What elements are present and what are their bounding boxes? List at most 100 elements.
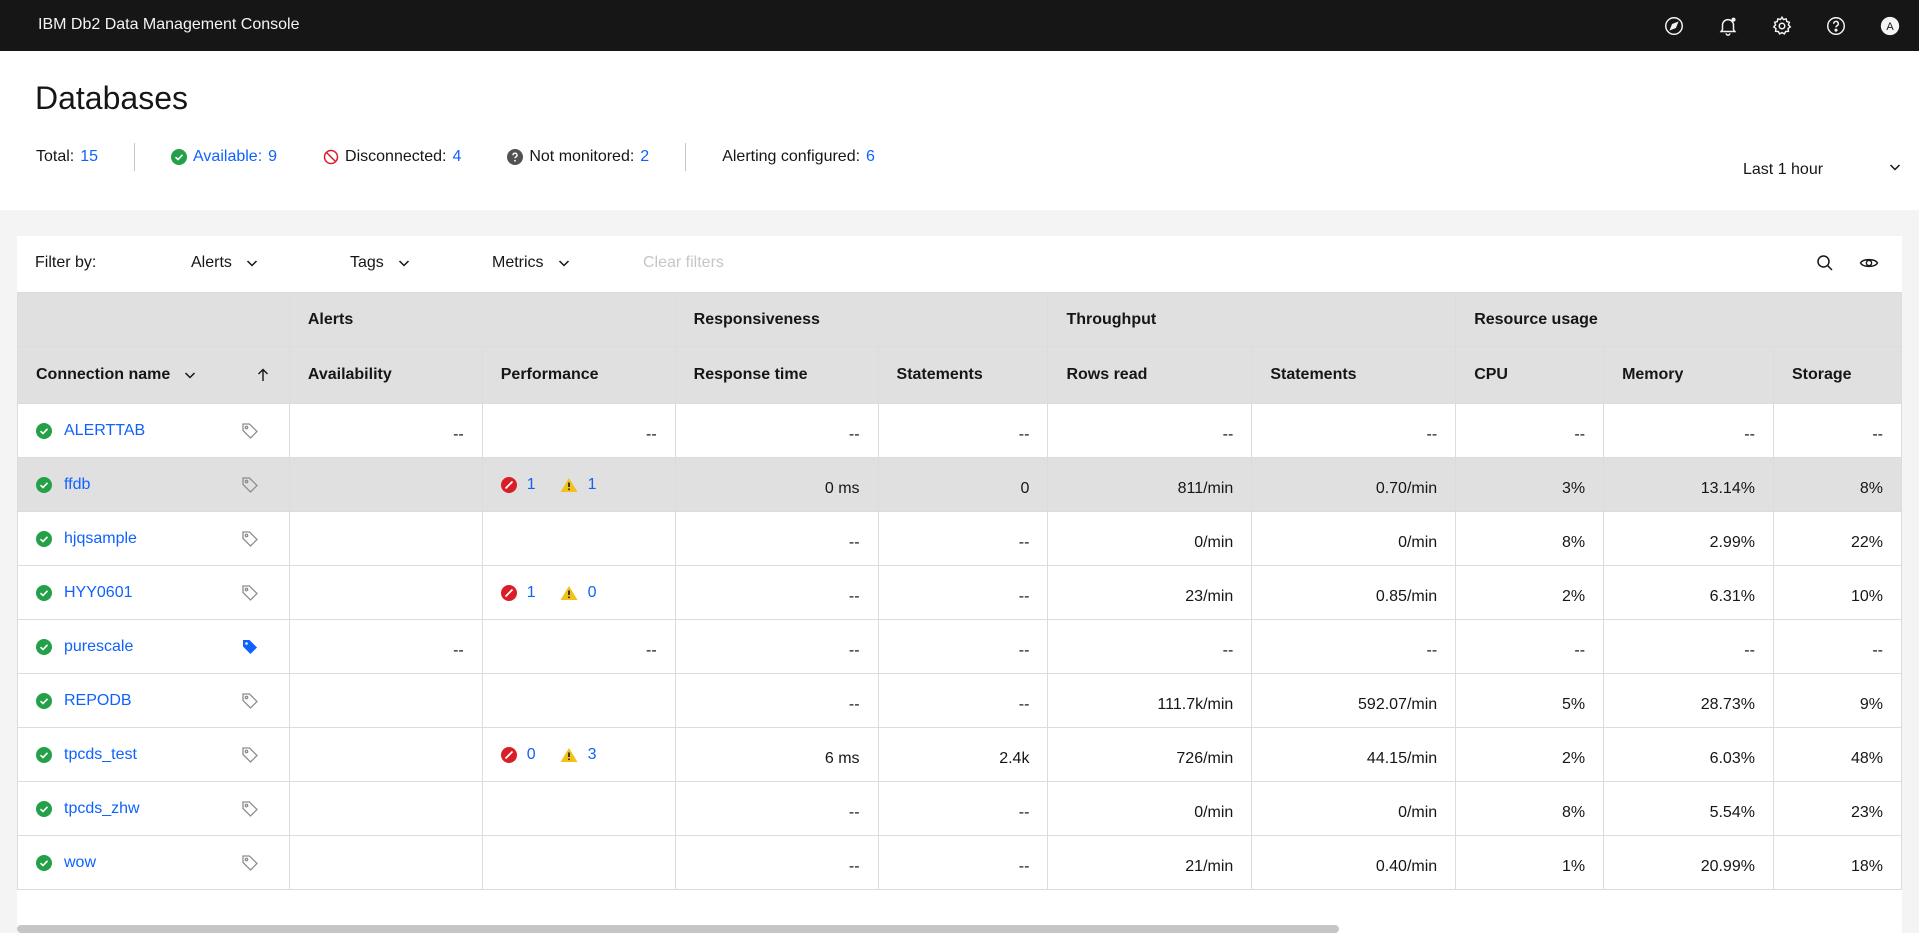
cell-performance: --	[481, 403, 676, 458]
time-range-dropdown[interactable]: Last 1 hour	[1743, 159, 1903, 180]
column-connection-name[interactable]: Connection name	[17, 346, 290, 404]
cell-rows-read: 21/min	[1047, 835, 1253, 890]
critical-alert-count[interactable]: 0	[527, 746, 536, 764]
cell-memory: 2.99%	[1603, 511, 1774, 566]
tag-icon[interactable]	[241, 800, 271, 818]
column-performance[interactable]: Performance	[481, 346, 676, 404]
column-memory[interactable]: Memory	[1603, 346, 1774, 404]
alerting-count[interactable]: 6	[866, 148, 875, 166]
critical-alert-count[interactable]: 1	[527, 584, 536, 602]
column-resp-statements[interactable]: Statements	[877, 346, 1049, 404]
help-icon[interactable]	[1820, 10, 1851, 41]
alerting-summary[interactable]: Alerting configured: 6	[722, 148, 875, 166]
table-row[interactable]: ffdb 1 1 0 ms 0 811/min 0.70/min 3% 13.14% 8%	[17, 457, 1903, 512]
table-row[interactable]: HYY0601 1 0 -- -- 23/min 0.85/min 2% 6.31% 10%	[17, 565, 1903, 620]
cell-value: --	[848, 587, 860, 605]
cell-connection-name: hjqsample	[17, 511, 290, 566]
cell-response-time: 6 ms	[674, 727, 879, 782]
connection-name-link[interactable]: tpcds_zhw	[64, 800, 140, 818]
cell-value: 0.70/min	[1375, 479, 1438, 497]
cell-value: 2%	[1561, 749, 1586, 767]
sort-ascending-icon[interactable]	[255, 367, 271, 383]
chevron-down-icon[interactable]	[182, 367, 198, 383]
table-row[interactable]: tpcds_test 0 3 6 ms 2.4k 726/min 44.15/min 2% 6.…	[17, 727, 1903, 782]
connection-name-link[interactable]: HYY0601	[64, 584, 133, 602]
compass-icon[interactable]	[1658, 10, 1689, 41]
tag-icon[interactable]	[241, 854, 271, 872]
connection-name-link[interactable]: tpcds_test	[64, 746, 137, 764]
view-icon[interactable]	[1858, 252, 1880, 274]
cell-cpu: 2%	[1455, 565, 1605, 620]
warning-alert-count[interactable]: 1	[588, 476, 597, 494]
column-response-time[interactable]: Response time	[674, 346, 879, 404]
connection-name-link[interactable]: ffdb	[64, 476, 90, 494]
settings-icon[interactable]	[1766, 10, 1797, 41]
warning-alert-count[interactable]: 3	[588, 746, 597, 764]
table-row[interactable]: ALERTTAB -- -- -- -- -- -- -- -- --	[17, 403, 1903, 458]
connection-name-link[interactable]: REPODB	[64, 692, 132, 710]
warning-alert-count[interactable]: 0	[588, 584, 597, 602]
cell-response-time: --	[674, 619, 879, 674]
disconnected-summary[interactable]: Disconnected: 4	[323, 148, 461, 166]
tag-icon[interactable]	[241, 584, 271, 602]
critical-alert-count[interactable]: 1	[527, 476, 536, 494]
total-count[interactable]: 15	[80, 148, 98, 166]
tag-icon[interactable]	[241, 422, 271, 440]
cell-value: --	[1872, 641, 1883, 659]
database-summary: Total: 15 Available: 9 Disconnected: 4 N…	[36, 143, 875, 171]
app-title[interactable]: IBM Db2 Data Management Console	[38, 16, 299, 34]
tag-icon[interactable]	[241, 746, 271, 764]
cell-storage: 8%	[1772, 457, 1903, 512]
cell-storage: 48%	[1772, 727, 1903, 782]
not-monitored-summary[interactable]: Not monitored: 2	[507, 148, 649, 166]
status-available-icon	[36, 530, 52, 547]
connection-name-link[interactable]: wow	[64, 854, 96, 872]
disconnected-count[interactable]: 4	[452, 148, 461, 166]
cell-performance	[481, 781, 676, 836]
column-rows-read[interactable]: Rows read	[1047, 346, 1253, 404]
cell-response-time: --	[674, 673, 879, 728]
table-row[interactable]: purescale -- -- -- -- -- -- -- -- --	[17, 619, 1903, 674]
column-thr-statements[interactable]: Statements	[1251, 346, 1457, 404]
notification-icon[interactable]	[1712, 10, 1743, 41]
connection-name-link[interactable]: hjqsample	[64, 530, 137, 548]
cell-value: 2.4k	[999, 749, 1030, 767]
cell-value: 44.15/min	[1366, 749, 1438, 767]
status-available-icon	[36, 800, 52, 817]
horizontal-scrollbar[interactable]	[17, 925, 1339, 933]
connection-name-link[interactable]: purescale	[64, 638, 133, 656]
available-count[interactable]: 9	[268, 148, 277, 166]
total-summary[interactable]: Total: 15	[36, 148, 98, 166]
clear-filters-button[interactable]: Clear filters	[643, 254, 724, 272]
tag-icon[interactable]	[241, 476, 271, 494]
tags-filter-dropdown[interactable]: Tags	[350, 254, 412, 272]
table-row[interactable]: tpcds_zhw -- -- 0/min 0/min 8% 5.54% 23%	[17, 781, 1903, 836]
column-storage[interactable]: Storage	[1772, 346, 1903, 404]
alerts-filter-dropdown[interactable]: Alerts	[191, 254, 260, 272]
status-available-icon	[36, 854, 52, 871]
connection-name-link[interactable]: ALERTTAB	[64, 422, 145, 440]
table-row[interactable]: hjqsample -- -- 0/min 0/min 8% 2.99% 22%	[17, 511, 1903, 566]
table-group-header: Alerts Responsiveness Throughput Resourc…	[17, 292, 1902, 347]
cell-value: 5%	[1561, 695, 1586, 713]
tag-icon[interactable]	[241, 530, 271, 548]
column-cpu[interactable]: CPU	[1455, 346, 1605, 404]
cell-performance	[481, 511, 676, 566]
table-row[interactable]: REPODB -- -- 111.7k/min 592.07/min 5% 28.73% 9%	[17, 673, 1903, 728]
cell-storage: 22%	[1772, 511, 1903, 566]
user-avatar[interactable]: A	[1874, 10, 1905, 41]
table-row[interactable]: wow -- -- 21/min 0.40/min 1% 20.99% 18%	[17, 835, 1903, 890]
cell-value: --	[848, 425, 860, 443]
metrics-filter-dropdown[interactable]: Metrics	[492, 254, 572, 272]
help-filled-icon	[507, 149, 524, 165]
cell-value: 10%	[1850, 587, 1883, 605]
column-availability[interactable]: Availability	[288, 346, 483, 404]
cell-thr-statements: 0/min	[1251, 511, 1457, 566]
tag-icon[interactable]	[241, 638, 271, 656]
search-icon[interactable]	[1814, 252, 1836, 274]
not-monitored-count[interactable]: 2	[640, 148, 649, 166]
available-summary[interactable]: Available: 9	[171, 148, 277, 166]
cell-value: --	[1426, 425, 1438, 443]
tag-icon[interactable]	[241, 692, 271, 710]
cell-value: 2.99%	[1709, 533, 1755, 551]
